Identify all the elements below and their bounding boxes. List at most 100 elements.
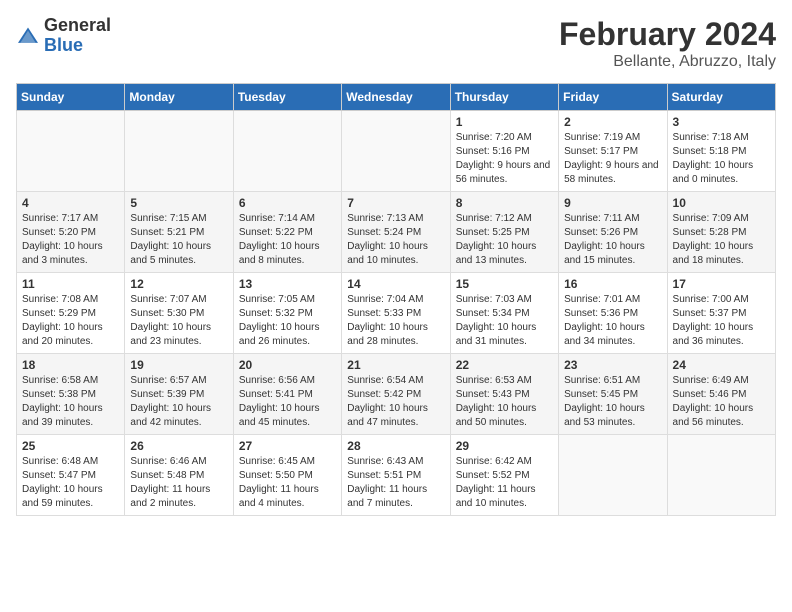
day-info: Sunrise: 6:56 AM Sunset: 5:41 PM Dayligh… [239,374,336,430]
logo-general: General [44,16,111,36]
calendar-cell: 9 Sunrise: 7:11 AM Sunset: 5:26 PM Daylig… [559,192,667,273]
day-number: 10 [673,196,770,210]
calendar-cell: 17 Sunrise: 7:00 AM Sunset: 5:37 PM Dayli… [667,273,775,354]
day-number: 19 [130,358,227,372]
calendar-cell: 22Sunrise: 6:53 AM Sunset: 5:43 PM Dayli… [450,354,558,435]
month-title: February 2024 [559,16,776,53]
day-number: 16 [564,277,661,291]
day-info: Sunrise: 6:45 AM Sunset: 5:50 PM Dayligh… [239,455,336,511]
calendar-cell: 6 Sunrise: 7:14 AM Sunset: 5:22 PM Daylig… [233,192,341,273]
day-number: 20 [239,358,336,372]
weekday-header-friday: Friday [559,84,667,111]
day-info: Sunrise: 7:07 AM Sunset: 5:30 PM Dayligh… [130,293,227,349]
day-number: 2 [564,115,661,129]
weekday-header-sunday: Sunday [17,84,125,111]
calendar-cell: 1 Sunrise: 7:20 AM Sunset: 5:16 PM Daylig… [450,111,558,192]
calendar-table: SundayMondayTuesdayWednesdayThursdayFrid… [16,83,776,516]
day-number: 11 [22,277,119,291]
day-number: 13 [239,277,336,291]
weekday-header-saturday: Saturday [667,84,775,111]
calendar-cell: 28 Sunrise: 6:43 AM Sunset: 5:51 PM Dayli… [342,435,450,516]
day-info: Sunrise: 7:05 AM Sunset: 5:32 PM Dayligh… [239,293,336,349]
day-info: Sunrise: 6:49 AM Sunset: 5:46 PM Dayligh… [673,374,770,430]
day-number: 6 [239,196,336,210]
calendar-cell: 4 Sunrise: 7:17 AM Sunset: 5:20 PM Daylig… [17,192,125,273]
day-info: Sunrise: 7:12 AM Sunset: 5:25 PM Dayligh… [456,212,553,268]
day-info: Sunrise: 6:43 AM Sunset: 5:51 PM Dayligh… [347,455,444,511]
day-info: Sunrise: 6:57 AM Sunset: 5:39 PM Dayligh… [130,374,227,430]
calendar-cell [17,111,125,192]
calendar-week-1: 1 Sunrise: 7:20 AM Sunset: 5:16 PM Daylig… [17,111,776,192]
calendar-cell: 7 Sunrise: 7:13 AM Sunset: 5:24 PM Daylig… [342,192,450,273]
day-number: 17 [673,277,770,291]
day-number: 9 [564,196,661,210]
day-info: Sunrise: 7:20 AM Sunset: 5:16 PM Dayligh… [456,131,553,187]
calendar-cell: 29 Sunrise: 6:42 AM Sunset: 5:52 PM Dayli… [450,435,558,516]
day-info: Sunrise: 7:04 AM Sunset: 5:33 PM Dayligh… [347,293,444,349]
weekday-header-row: SundayMondayTuesdayWednesdayThursdayFrid… [17,84,776,111]
day-info: Sunrise: 6:48 AM Sunset: 5:47 PM Dayligh… [22,455,119,511]
calendar-week-4: 18Sunrise: 6:58 AM Sunset: 5:38 PM Dayli… [17,354,776,435]
day-number: 23 [564,358,661,372]
calendar-cell: 15 Sunrise: 7:03 AM Sunset: 5:34 PM Dayli… [450,273,558,354]
calendar-cell: 19 Sunrise: 6:57 AM Sunset: 5:39 PM Dayli… [125,354,233,435]
day-number: 24 [673,358,770,372]
logo-text: General Blue [44,16,111,56]
day-number: 1 [456,115,553,129]
day-number: 14 [347,277,444,291]
calendar-cell: 2 Sunrise: 7:19 AM Sunset: 5:17 PM Daylig… [559,111,667,192]
day-number: 28 [347,439,444,453]
weekday-header-wednesday: Wednesday [342,84,450,111]
day-info: Sunrise: 7:13 AM Sunset: 5:24 PM Dayligh… [347,212,444,268]
day-number: 29 [456,439,553,453]
day-number: 8 [456,196,553,210]
calendar-cell [125,111,233,192]
day-number: 4 [22,196,119,210]
calendar-cell: 23Sunrise: 6:51 AM Sunset: 5:45 PM Dayli… [559,354,667,435]
title-block: February 2024 Bellante, Abruzzo, Italy [559,16,776,71]
logo: General Blue [16,16,111,56]
calendar-cell [559,435,667,516]
day-info: Sunrise: 7:03 AM Sunset: 5:34 PM Dayligh… [456,293,553,349]
calendar-cell: 12 Sunrise: 7:07 AM Sunset: 5:30 PM Dayli… [125,273,233,354]
calendar-cell [233,111,341,192]
day-number: 27 [239,439,336,453]
calendar-cell: 20 Sunrise: 6:56 AM Sunset: 5:41 PM Dayli… [233,354,341,435]
day-number: 25 [22,439,119,453]
day-info: Sunrise: 6:53 AM Sunset: 5:43 PM Dayligh… [456,374,553,430]
day-number: 15 [456,277,553,291]
calendar-week-5: 25 Sunrise: 6:48 AM Sunset: 5:47 PM Dayli… [17,435,776,516]
logo-icon [16,26,40,46]
calendar-cell: 25 Sunrise: 6:48 AM Sunset: 5:47 PM Dayli… [17,435,125,516]
day-number: 18 [22,358,119,372]
day-info: Sunrise: 6:42 AM Sunset: 5:52 PM Dayligh… [456,455,553,511]
calendar-cell: 10 Sunrise: 7:09 AM Sunset: 5:28 PM Dayli… [667,192,775,273]
day-number: 7 [347,196,444,210]
location-title: Bellante, Abruzzo, Italy [559,53,776,71]
day-info: Sunrise: 7:01 AM Sunset: 5:36 PM Dayligh… [564,293,661,349]
calendar-cell: 14 Sunrise: 7:04 AM Sunset: 5:33 PM Dayli… [342,273,450,354]
day-info: Sunrise: 6:46 AM Sunset: 5:48 PM Dayligh… [130,455,227,511]
calendar-cell: 16 Sunrise: 7:01 AM Sunset: 5:36 PM Dayli… [559,273,667,354]
day-info: Sunrise: 7:11 AM Sunset: 5:26 PM Dayligh… [564,212,661,268]
calendar-cell: 11Sunrise: 7:08 AM Sunset: 5:29 PM Dayli… [17,273,125,354]
calendar-week-3: 11Sunrise: 7:08 AM Sunset: 5:29 PM Dayli… [17,273,776,354]
day-info: Sunrise: 7:00 AM Sunset: 5:37 PM Dayligh… [673,293,770,349]
day-info: Sunrise: 7:09 AM Sunset: 5:28 PM Dayligh… [673,212,770,268]
day-info: Sunrise: 7:14 AM Sunset: 5:22 PM Dayligh… [239,212,336,268]
day-number: 5 [130,196,227,210]
day-number: 12 [130,277,227,291]
calendar-cell: 24 Sunrise: 6:49 AM Sunset: 5:46 PM Dayli… [667,354,775,435]
day-number: 3 [673,115,770,129]
day-info: Sunrise: 7:19 AM Sunset: 5:17 PM Dayligh… [564,131,661,187]
weekday-header-thursday: Thursday [450,84,558,111]
page-header: General Blue February 2024 Bellante, Abr… [16,16,776,71]
day-info: Sunrise: 7:17 AM Sunset: 5:20 PM Dayligh… [22,212,119,268]
day-info: Sunrise: 6:54 AM Sunset: 5:42 PM Dayligh… [347,374,444,430]
day-number: 21 [347,358,444,372]
calendar-cell: 5 Sunrise: 7:15 AM Sunset: 5:21 PM Daylig… [125,192,233,273]
calendar-cell [342,111,450,192]
day-info: Sunrise: 7:15 AM Sunset: 5:21 PM Dayligh… [130,212,227,268]
day-info: Sunrise: 7:18 AM Sunset: 5:18 PM Dayligh… [673,131,770,187]
calendar-cell: 26Sunrise: 6:46 AM Sunset: 5:48 PM Dayli… [125,435,233,516]
